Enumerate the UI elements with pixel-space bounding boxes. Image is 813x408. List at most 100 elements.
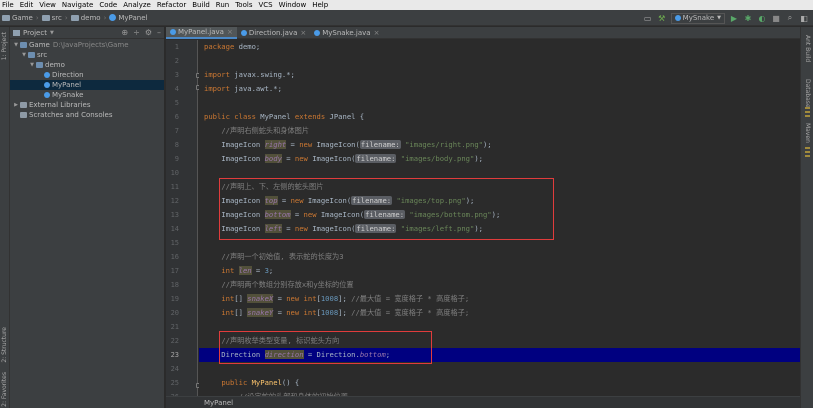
chevron-right-icon[interactable]: ▶ xyxy=(13,102,19,108)
search-icon[interactable]: ⌕ xyxy=(785,13,795,23)
left-tool-strip: 1: Project 2: Structure 2: Favorites xyxy=(0,27,10,408)
menu-vcs[interactable]: VCS xyxy=(258,1,272,9)
editor-tabs: MyPanel.java × Direction.java × MySnake.java… xyxy=(166,27,813,39)
code-line[interactable]: import java.awt.*; xyxy=(199,82,800,96)
breadcrumb-item[interactable]: src › xyxy=(41,13,68,22)
tree-item-game[interactable]: ▼ Game D:\JavaProjects\Game xyxy=(10,40,164,50)
tree-item-label: Game xyxy=(29,41,50,49)
locate-icon[interactable]: ⊕ xyxy=(121,28,128,37)
project-tree: ▼ Game D:\JavaProjects\Game ▼ src ▼ demo Direct… xyxy=(10,39,164,120)
menu-build[interactable]: Build xyxy=(192,1,210,9)
tree-item-mypanel[interactable]: MyPanel xyxy=(10,80,164,90)
project-view-select[interactable]: Project xyxy=(23,29,47,37)
line-number: 13 xyxy=(170,211,179,219)
line-number: 12 xyxy=(170,197,179,205)
folder-icon xyxy=(2,14,10,21)
class-icon xyxy=(44,82,50,88)
code-line[interactable]: ImageIcon right = new ImageIcon(filename… xyxy=(199,138,800,152)
scroll-marker[interactable] xyxy=(805,147,810,149)
notifications-icon[interactable]: ◧ xyxy=(799,13,809,23)
breadcrumb: Game › src › demo › MyPanel xyxy=(2,14,150,22)
debug-icon[interactable]: ✱ xyxy=(743,13,753,23)
breadcrumb-item[interactable]: demo › xyxy=(70,14,106,22)
coverage-icon[interactable]: ◐ xyxy=(757,13,767,23)
tree-item-label: MyPanel xyxy=(52,81,82,89)
editor-tab[interactable]: MyPanel.java × xyxy=(166,27,237,39)
breadcrumb-item[interactable]: Game › xyxy=(2,14,39,22)
menu-bar: File Edit View Navigate Code Analyze Refactor B… xyxy=(0,0,813,10)
code-line[interactable]: //声明两个数组分别存放x和y坐标的位置 xyxy=(199,278,800,292)
tree-item-demo[interactable]: ▼ demo xyxy=(10,60,164,70)
scroll-marker[interactable] xyxy=(805,151,810,153)
menu-run[interactable]: Run xyxy=(216,1,229,9)
maven-tool-tab[interactable]: Maven xyxy=(804,123,811,143)
code-editor[interactable]: //设定蛇的头部和身体的初始位置 public MyPanel() { Dire… xyxy=(199,40,800,396)
code-line[interactable]: int len = 3; xyxy=(199,264,800,278)
breadcrumb-item[interactable]: MyPanel xyxy=(109,14,147,22)
close-icon[interactable]: × xyxy=(227,28,233,36)
code-breadcrumb-item[interactable]: MyPanel xyxy=(204,399,233,407)
code-line[interactable]: public class MyPanel extends JPanel { xyxy=(199,110,800,124)
code-line[interactable]: //声明一个初始值, 表示蛇的长度为3 xyxy=(199,250,800,264)
tree-item-mysnake[interactable]: MySnake xyxy=(10,90,164,100)
menu-edit[interactable]: Edit xyxy=(20,1,34,9)
line-number: 23 xyxy=(170,351,179,359)
run-configuration-label: MySnake xyxy=(682,14,715,22)
collapse-icon[interactable]: ÷ xyxy=(133,28,140,37)
database-tool-tab[interactable]: Database xyxy=(804,79,811,108)
menu-help[interactable]: Help xyxy=(312,1,328,9)
menu-file[interactable]: File xyxy=(2,1,14,9)
breadcrumb-label: src xyxy=(51,13,62,22)
code-line[interactable]: ImageIcon body = new ImageIcon(filename:… xyxy=(199,152,800,166)
editor-tab[interactable]: Direction.java × xyxy=(237,27,310,39)
line-number: 18 xyxy=(170,281,179,289)
code-line[interactable]: package demo; xyxy=(199,40,800,54)
chevron-down-icon[interactable]: ▼ xyxy=(21,52,27,58)
stop-icon[interactable]: ■ xyxy=(771,13,781,23)
tree-item-scratches-and-consoles[interactable]: Scratches and Consoles xyxy=(10,110,164,120)
run-configuration-select[interactable]: MySnake ▼ xyxy=(670,12,725,24)
code-line[interactable] xyxy=(199,54,800,68)
class-icon xyxy=(109,14,117,21)
gear-icon[interactable]: ⚙ xyxy=(145,28,152,37)
close-icon[interactable]: × xyxy=(300,29,306,37)
build-hammer-icon[interactable]: ⚒ xyxy=(657,13,667,23)
menu-window[interactable]: Window xyxy=(279,1,307,9)
code-line[interactable]: public MyPanel() { xyxy=(199,376,800,390)
menu-code[interactable]: Code xyxy=(99,1,117,9)
tree-item-external-libraries[interactable]: ▶ External Libraries xyxy=(10,100,164,110)
layout-icon[interactable]: ▭ xyxy=(643,13,653,23)
run-icon[interactable]: ▶ xyxy=(729,13,739,23)
scroll-marker[interactable] xyxy=(805,111,810,113)
code-line[interactable]: //声明右侧蛇头和身体图片 xyxy=(199,124,800,138)
menu-navigate[interactable]: Navigate xyxy=(62,1,93,9)
project-panel-header: Project ▼ ⊕ ÷ ⚙ – xyxy=(10,27,164,39)
code-line[interactable]: int[] snakeY = new int[1008]; //最大值 = 宽度… xyxy=(199,306,800,320)
menu-analyze[interactable]: Analyze xyxy=(123,1,151,9)
chevron-down-icon[interactable]: ▼ xyxy=(13,42,19,48)
scroll-marker[interactable] xyxy=(805,155,810,157)
hide-icon[interactable]: – xyxy=(157,28,161,37)
code-line[interactable] xyxy=(199,96,800,110)
project-tool-tab[interactable]: 1: Project xyxy=(1,32,8,60)
line-number: 1 xyxy=(174,43,179,51)
scroll-marker[interactable] xyxy=(805,115,810,117)
ant-build-tool-tab[interactable]: Ant Build xyxy=(804,35,811,62)
menu-refactor[interactable]: Refactor xyxy=(157,1,186,9)
class-icon xyxy=(314,30,321,36)
structure-tool-tab[interactable]: 2: Structure xyxy=(1,327,8,363)
close-icon[interactable]: × xyxy=(374,29,380,37)
code-line[interactable]: import javax.swing.*; xyxy=(199,68,800,82)
editor-tab[interactable]: MySnake.java × xyxy=(310,27,383,39)
menu-view[interactable]: View xyxy=(39,1,56,9)
scroll-marker[interactable] xyxy=(805,107,810,109)
code-line[interactable] xyxy=(199,362,800,376)
tree-item-label: demo xyxy=(45,61,65,69)
tree-item-src[interactable]: ▼ src xyxy=(10,50,164,60)
code-line[interactable]: int[] snakeX = new int[1008]; //最大值 = 宽度… xyxy=(199,292,800,306)
chevron-down-icon[interactable]: ▼ xyxy=(50,30,54,36)
favorites-tool-tab[interactable]: 2: Favorites xyxy=(1,372,8,407)
menu-tools[interactable]: Tools xyxy=(235,1,252,9)
tree-item-direction[interactable]: Direction xyxy=(10,70,164,80)
chevron-down-icon[interactable]: ▼ xyxy=(29,62,35,68)
